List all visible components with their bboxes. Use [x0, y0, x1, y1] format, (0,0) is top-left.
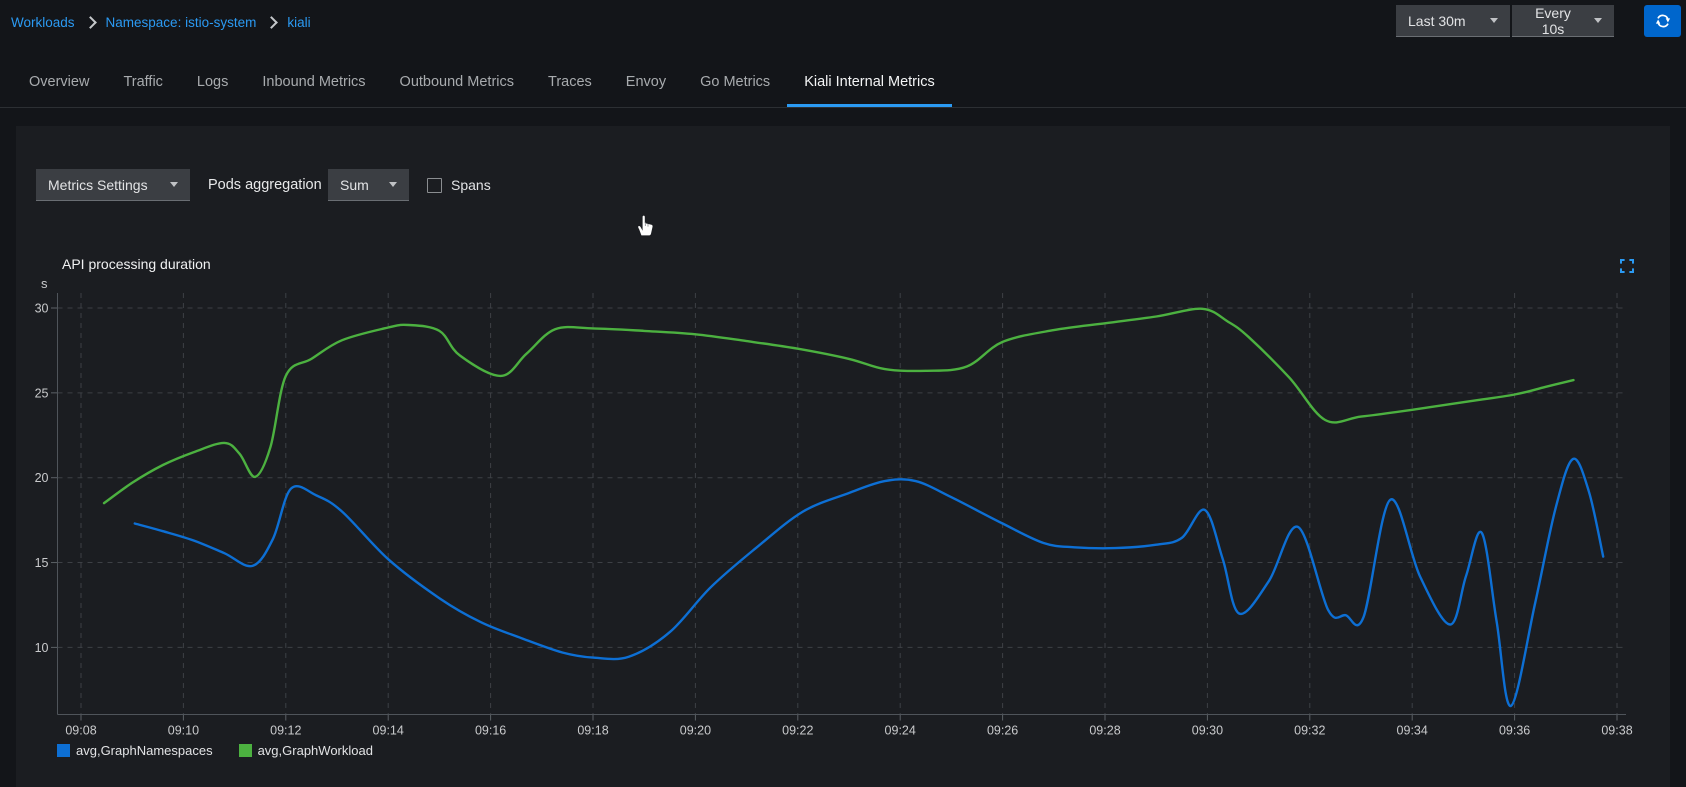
legend-label: avg,GraphNamespaces: [76, 743, 213, 758]
legend-swatch-icon: [57, 744, 70, 757]
x-tick-label: 09:34: [1397, 724, 1428, 738]
y-tick-label: 10: [35, 641, 49, 655]
x-tick-label: 09:10: [168, 724, 199, 738]
y-tick-label: 20: [35, 471, 49, 485]
x-tick-label: 09:30: [1192, 724, 1223, 738]
x-tick-label: 09:14: [373, 724, 404, 738]
y-tick-label: 15: [35, 556, 49, 570]
chart-legend: avg,GraphNamespaces avg,GraphWorkload: [57, 743, 399, 758]
x-tick-label: 09:26: [987, 724, 1018, 738]
x-tick-label: 09:36: [1499, 724, 1530, 738]
legend-label: avg,GraphWorkload: [258, 743, 373, 758]
x-tick-label: 09:28: [1089, 724, 1120, 738]
y-tick-label: 25: [35, 386, 49, 400]
x-tick-label: 09:16: [475, 724, 506, 738]
x-tick-label: 09:24: [885, 724, 916, 738]
legend-swatch-icon: [239, 744, 252, 757]
x-tick-label: 09:12: [270, 724, 301, 738]
x-tick-label: 09:32: [1294, 724, 1325, 738]
legend-item-avg-graphnamespaces[interactable]: avg,GraphNamespaces: [57, 743, 213, 758]
x-tick-label: 09:22: [782, 724, 813, 738]
kiali-workload-details-page: WorkloadsNamespace: istio-systemkiali La…: [0, 0, 1686, 787]
x-tick-label: 09:38: [1601, 724, 1632, 738]
x-tick-label: 09:08: [65, 724, 96, 738]
series-line-avg-graphnamespaces: [135, 459, 1603, 706]
legend-item-avg-graphworkload[interactable]: avg,GraphWorkload: [239, 743, 373, 758]
y-tick-label: 30: [35, 302, 49, 316]
metrics-line-chart: 10 15 20 25 30 09:08 09:10 09:12 09:14 09:16 09:18…: [0, 0, 1686, 787]
x-tick-label: 09:18: [577, 724, 608, 738]
series-line-avg-graphworkload: [104, 309, 1573, 503]
x-tick-label: 09:20: [680, 724, 711, 738]
